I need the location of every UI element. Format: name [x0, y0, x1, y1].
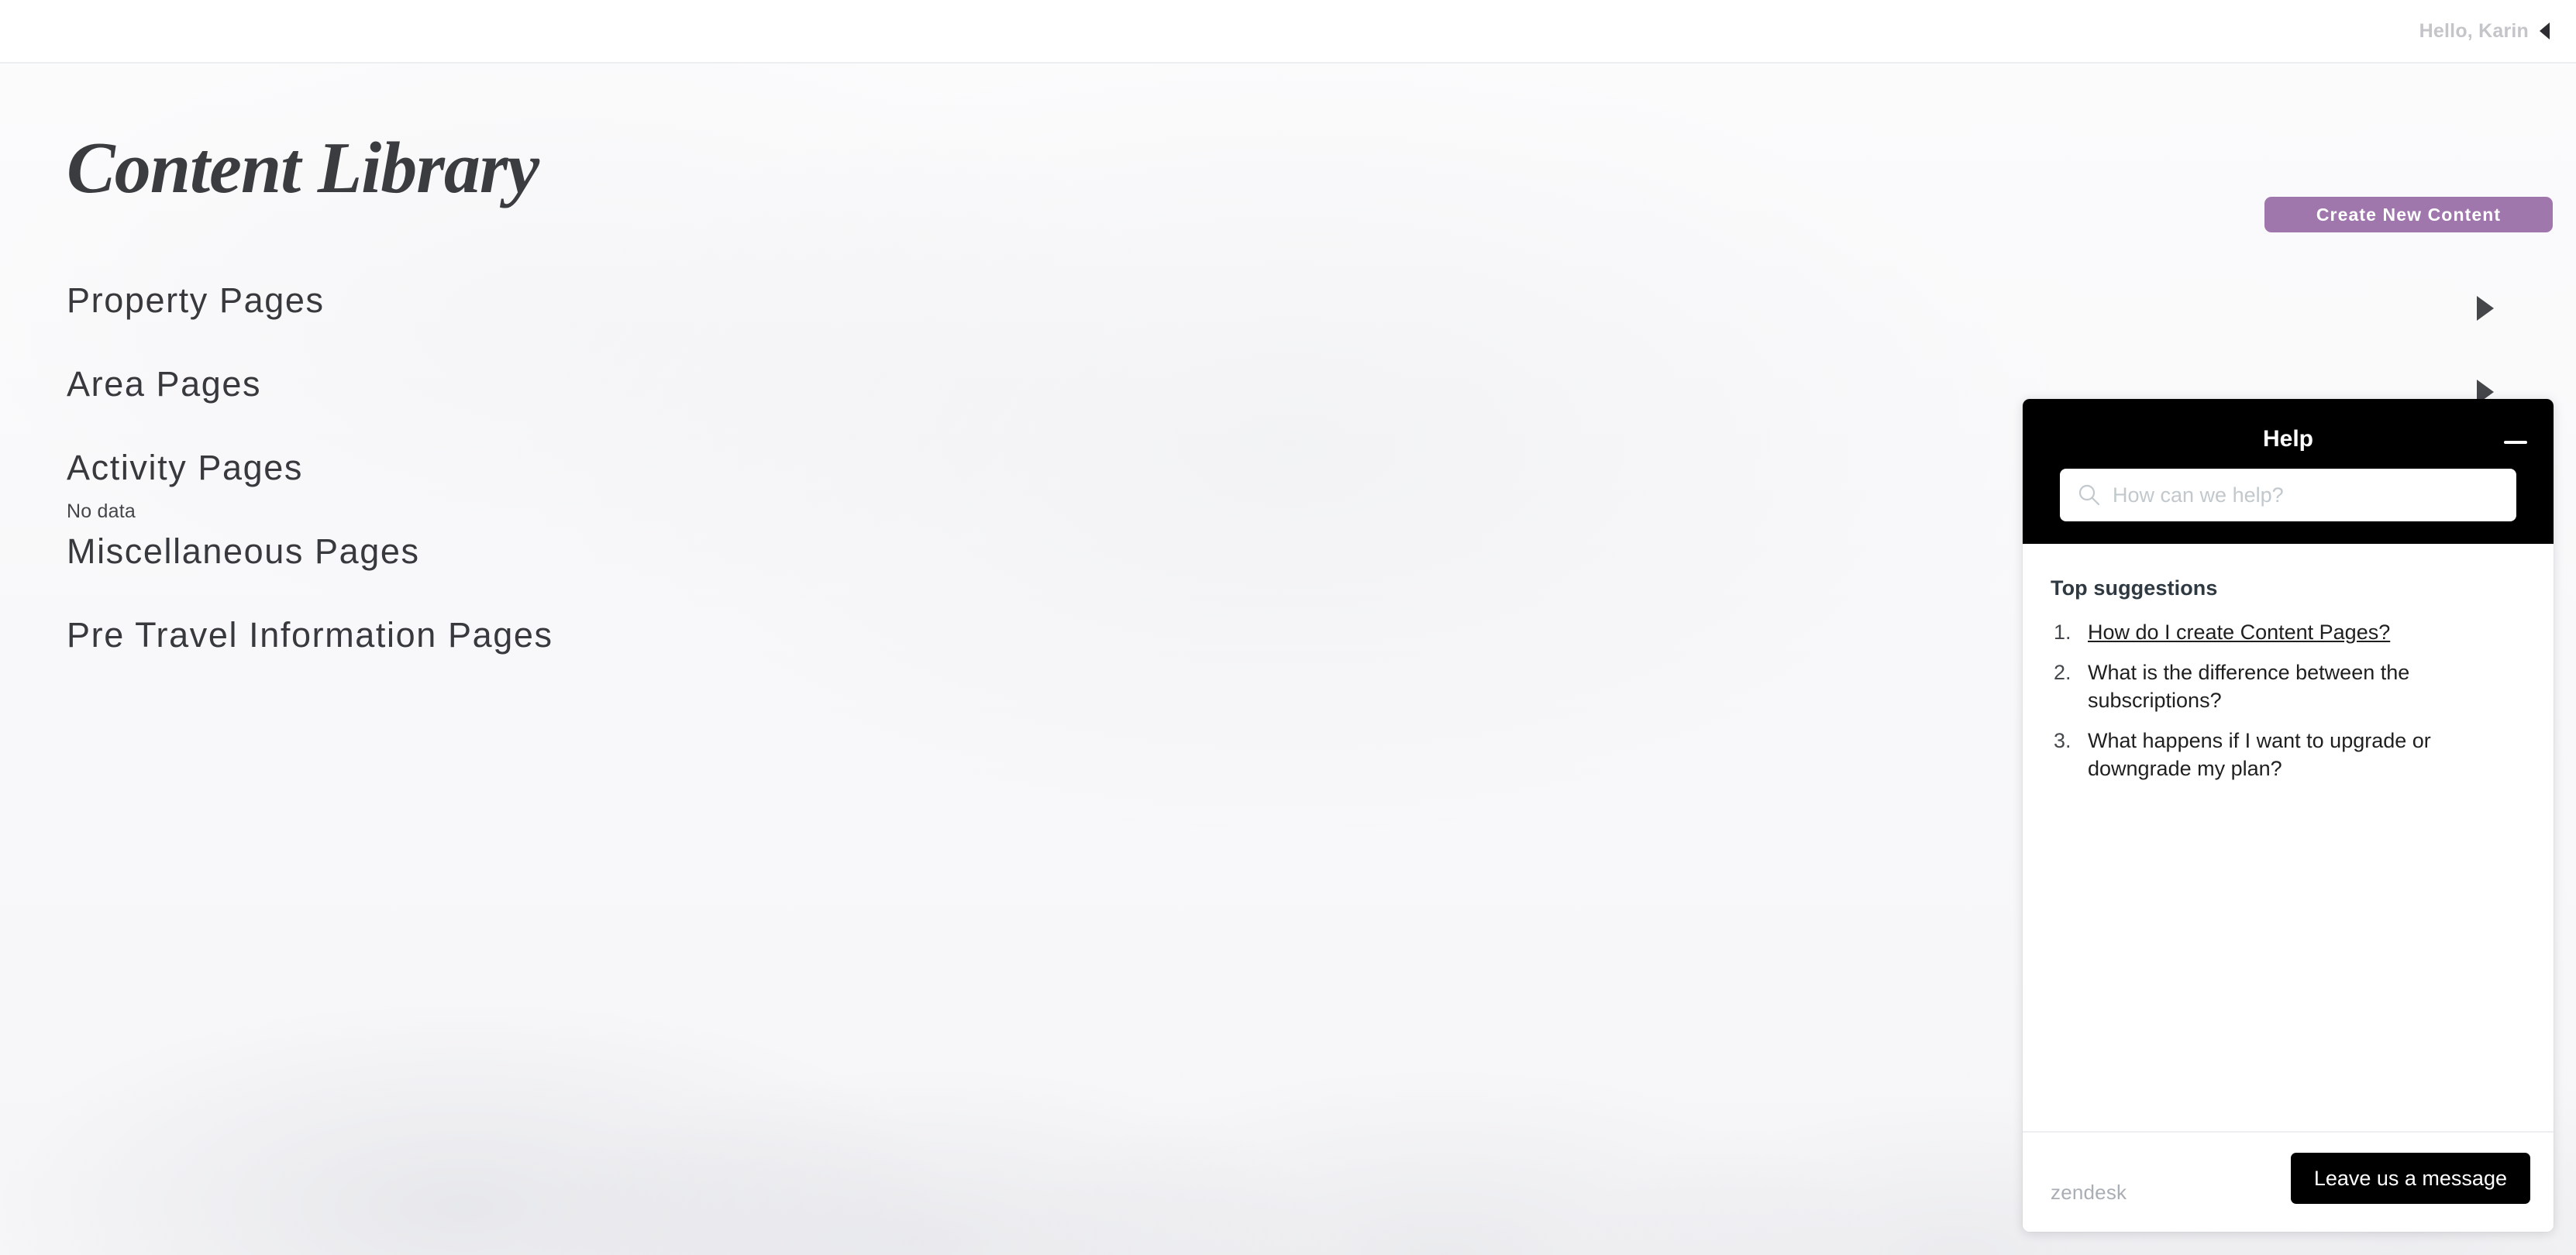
- top-suggestions-heading: Top suggestions: [2051, 576, 2218, 600]
- minimize-icon[interactable]: [2502, 432, 2529, 453]
- caret-left-icon[interactable]: [2540, 22, 2550, 40]
- suggestion-item[interactable]: What happens if I want to upgrade or dow…: [2051, 727, 2438, 783]
- user-menu[interactable]: Hello, Karin: [2419, 0, 2550, 62]
- help-widget-body: Top suggestions How do I create Content …: [2023, 544, 2554, 1131]
- category-label: Miscellaneous Pages: [67, 531, 420, 571]
- category-label: Pre Travel Information Pages: [67, 615, 553, 655]
- leave-us-a-message-button[interactable]: Leave us a message: [2290, 1153, 2530, 1204]
- help-widget-footer: zendesk Leave us a message: [2023, 1131, 2554, 1232]
- category-row-property-pages[interactable]: Property Pages: [0, 263, 2576, 347]
- suggestions-list: How do I create Content Pages? What is t…: [2051, 619, 2526, 783]
- zendesk-brand-label: zendesk: [2051, 1181, 2127, 1204]
- category-label: Property Pages: [67, 280, 325, 320]
- help-search-input[interactable]: [2113, 469, 2500, 521]
- help-widget-header: Help: [2023, 399, 2554, 544]
- help-widget: Help Top suggestions How do I create Con…: [2023, 399, 2554, 1232]
- page-title: Content Library: [67, 128, 539, 208]
- top-navigation-bar: Hello, Karin: [0, 0, 2576, 64]
- search-icon: [2078, 484, 2100, 506]
- user-greeting: Hello, Karin: [2419, 19, 2529, 42]
- category-label: Area Pages: [67, 364, 262, 404]
- chevron-right-icon[interactable]: [2477, 296, 2494, 321]
- suggestion-item[interactable]: How do I create Content Pages?: [2051, 619, 2438, 647]
- help-search-field[interactable]: [2060, 469, 2516, 521]
- create-new-content-button[interactable]: Create New Content: [2264, 197, 2553, 232]
- suggestion-item[interactable]: What is the difference between the subsc…: [2051, 659, 2438, 715]
- help-widget-title: Help: [2262, 426, 2313, 452]
- category-label: Activity Pages: [67, 448, 304, 487]
